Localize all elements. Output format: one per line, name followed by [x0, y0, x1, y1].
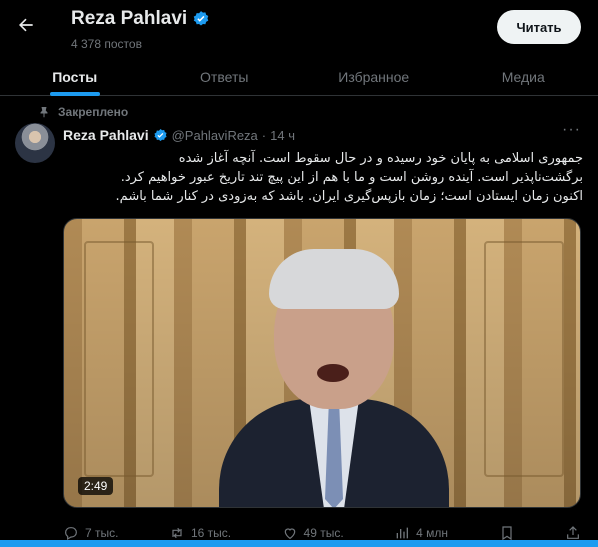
author-handle[interactable]: @PahlaviReza [172, 128, 258, 143]
tab-highlights[interactable]: Избранное [299, 58, 449, 95]
wall-panel [84, 241, 154, 477]
tab-replies[interactable]: Ответы [150, 58, 300, 95]
views-count: 4 млн [416, 526, 449, 540]
tab-media[interactable]: Медиа [449, 58, 598, 95]
bookmark-button[interactable] [499, 525, 515, 541]
video-thumbnail-person [219, 249, 449, 507]
reply-button[interactable]: 7 тыс. [63, 525, 118, 541]
reply-count: 7 тыс. [85, 526, 119, 540]
pin-icon [40, 107, 48, 118]
follow-button[interactable]: Читать [497, 10, 581, 44]
profile-tabs: Посты Ответы Избранное Медиа [0, 58, 598, 96]
post-text-line: جمهوری اسلامی به پایان خود رسیده و در حا… [178, 151, 583, 166]
separator-dot: · [261, 127, 267, 143]
repost-button[interactable]: 16 тыс. [169, 525, 231, 541]
views-button[interactable]: 4 млн [394, 525, 448, 541]
post-actions: 7 тыс. 16 тыс. 49 тыс. 4 млн [63, 525, 581, 541]
share-button[interactable] [565, 525, 581, 541]
more-options-icon[interactable]: ··· [562, 121, 581, 139]
arrow-left-icon [19, 18, 33, 32]
avatar[interactable] [15, 123, 55, 163]
bookmark-icon [501, 526, 512, 541]
author-name[interactable]: Reza Pahlavi [63, 127, 149, 143]
post-time[interactable]: 14 ч [270, 128, 295, 143]
repost-count: 16 тыс. [190, 526, 232, 540]
post-text: جمهوری اسلامی به پایان خود رسیده و در حا… [62, 149, 583, 206]
back-button[interactable] [10, 9, 42, 41]
reply-icon [65, 527, 77, 541]
post-author-row: Reza Pahlavi @PahlaviReza · 14 ч [63, 127, 295, 143]
like-count: 49 тыс. [303, 526, 344, 540]
tab-posts[interactable]: Посты [0, 58, 150, 95]
post-text-line: برگشت‌ناپذیر است. آینده روشن است و ما با… [120, 170, 583, 185]
pinned-indicator: Закреплено [38, 105, 128, 119]
video-player[interactable]: 2:49 [63, 218, 581, 508]
pinned-post[interactable]: Закреплено Reza Pahlavi @PahlaviReza · 1… [0, 97, 598, 547]
verified-badge-icon [154, 128, 167, 141]
hair-shape [269, 249, 399, 309]
post-text-line: اکنون زمان ایستادن است؛ زمان بازپس‌گیری … [115, 189, 583, 204]
profile-header: Reza Pahlavi 4 378 постов Читать [0, 0, 598, 58]
heart-icon [284, 528, 295, 540]
views-chart-icon [396, 527, 409, 539]
video-duration: 2:49 [78, 477, 114, 495]
profile-title-row: Reza Pahlavi [71, 8, 210, 30]
verified-badge-icon [193, 11, 209, 26]
wall-panel [484, 241, 564, 477]
mouth-shape [317, 364, 349, 382]
profile-name: Reza Pahlavi [71, 8, 188, 29]
bottom-accent-bar [0, 540, 598, 547]
like-button[interactable]: 49 тыс. [282, 525, 344, 541]
share-icon [567, 526, 579, 539]
post-count: 4 378 постов [71, 37, 142, 51]
pinned-label: Закреплено [58, 105, 129, 119]
repost-icon [172, 527, 182, 539]
